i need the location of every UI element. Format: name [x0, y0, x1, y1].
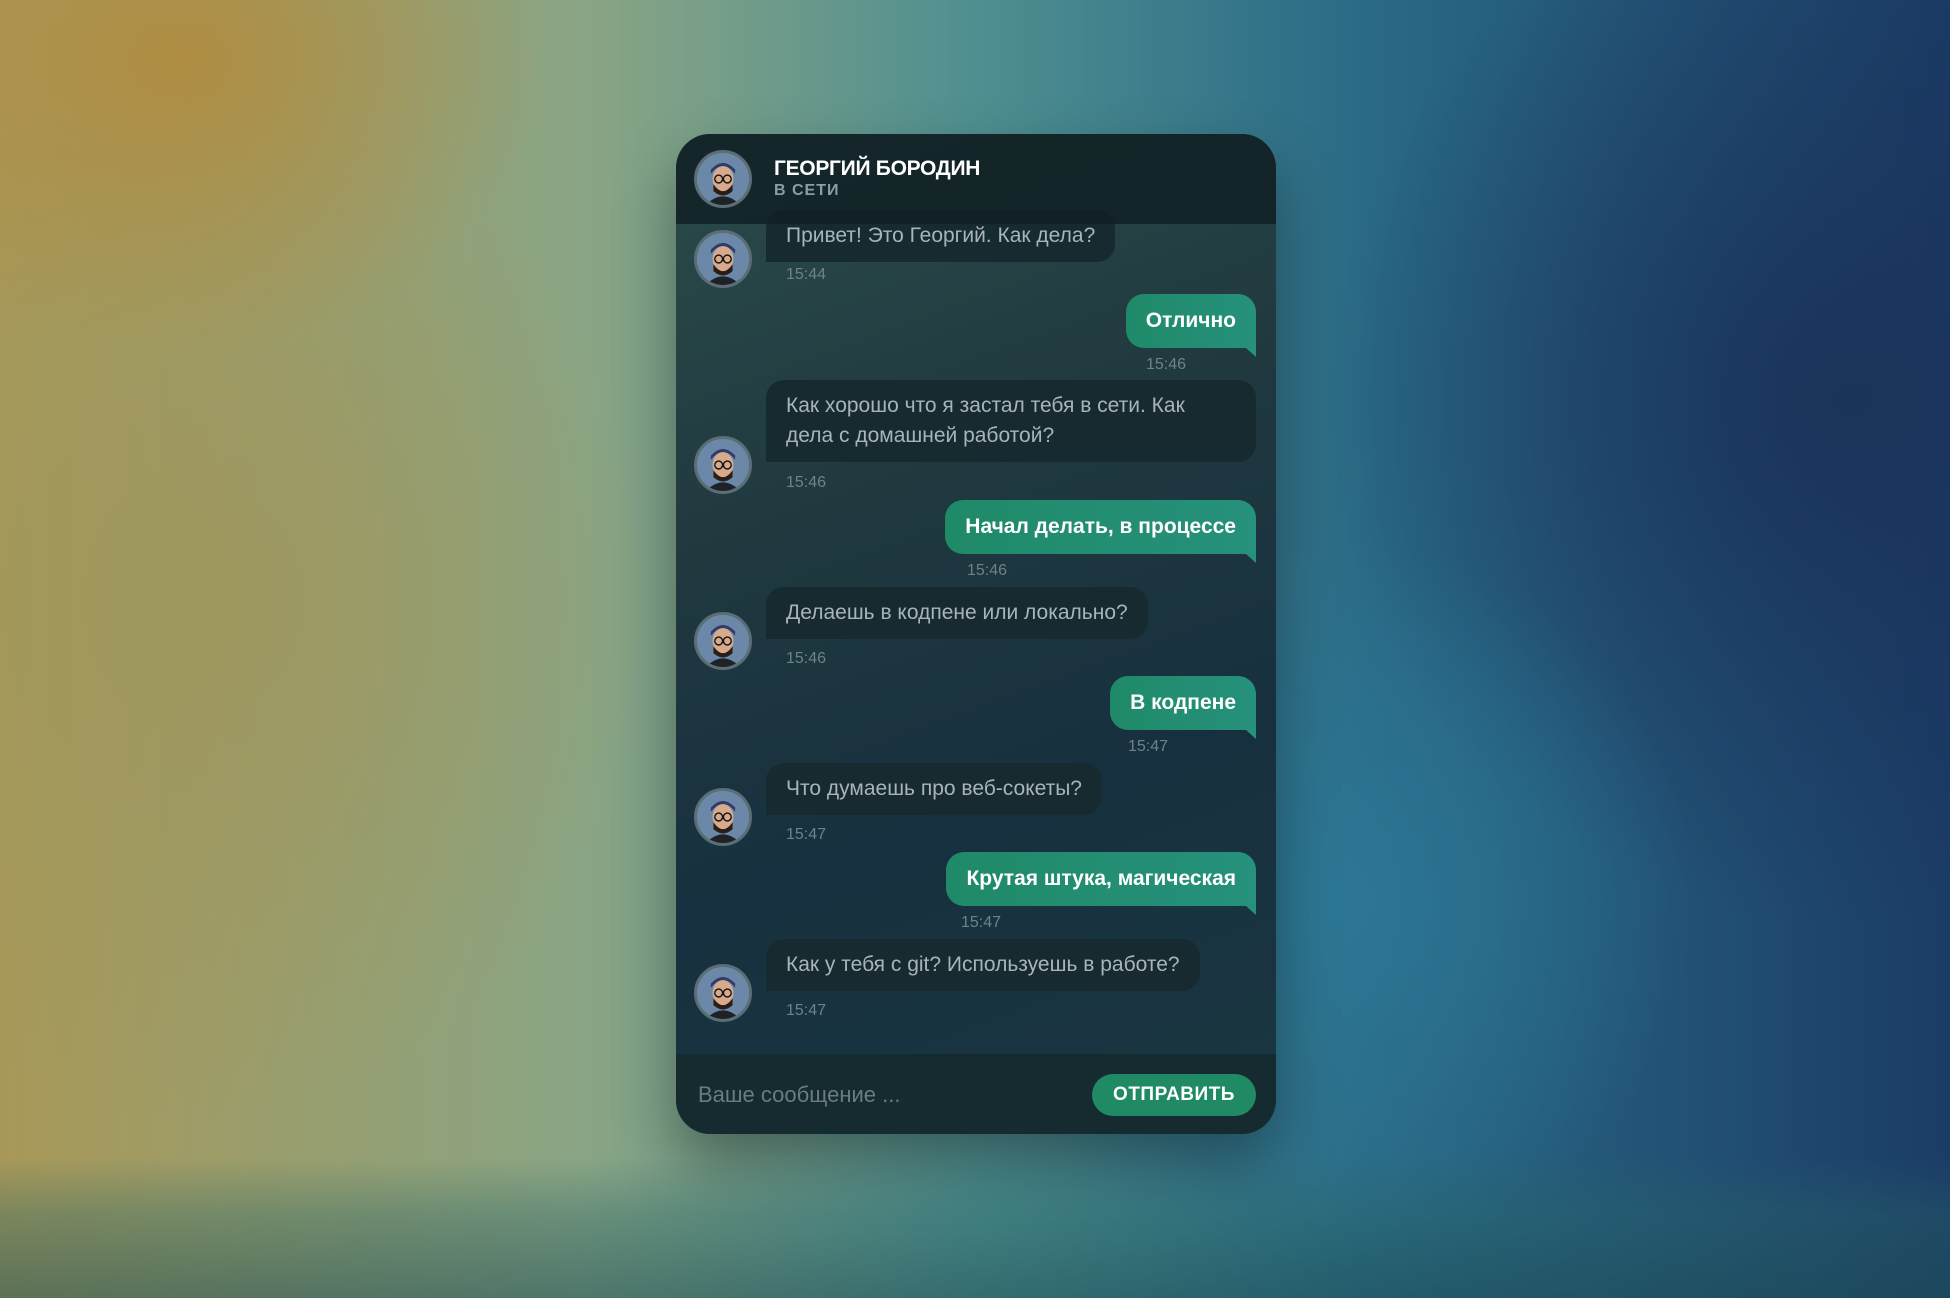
message-composer: ОТПРАВИТЬ — [676, 1054, 1276, 1134]
contact-status: В СЕТИ — [774, 182, 840, 199]
message-input[interactable] — [696, 1072, 1080, 1118]
user-avatar-icon — [694, 436, 752, 494]
incoming-message-bubble: Как у тебя с git? Используешь в работе? — [766, 939, 1200, 991]
message-time: 15:47 — [786, 1002, 827, 1019]
user-avatar-icon — [694, 612, 752, 670]
message-list[interactable]: Привет! Это Георгий. Как дела? 15:44 Отл… — [676, 134, 1276, 1054]
outgoing-message-bubble: Отлично — [1125, 294, 1257, 357]
user-avatar-icon — [694, 788, 752, 846]
incoming-message-bubble: Что думаешь про веб-сокеты? — [766, 763, 1102, 815]
chat-header: ГЕОРГИЙ БОРОДИН В СЕТИ — [676, 134, 1276, 224]
contact-info: ГЕОРГИЙ БОРОДИН В СЕТИ — [774, 157, 980, 201]
user-avatar-icon — [694, 230, 752, 288]
message-time: 15:47 — [1128, 738, 1169, 755]
message-time: 15:46 — [967, 562, 1008, 579]
contact-avatar-icon[interactable] — [694, 150, 752, 208]
message-time: 15:46 — [786, 650, 827, 667]
message-time: 15:47 — [961, 914, 1002, 931]
contact-name: ГЕОРГИЙ БОРОДИН — [774, 157, 981, 180]
message-time: 15:46 — [786, 474, 827, 491]
user-avatar-icon — [694, 964, 752, 1022]
outgoing-message-bubble: Крутая штука, магическая — [946, 852, 1256, 915]
message-time: 15:44 — [786, 266, 827, 283]
message-time: 15:46 — [1146, 356, 1187, 373]
background-floor — [0, 1158, 1950, 1298]
incoming-message-bubble: Как хорошо что я застал тебя в сети. Как… — [766, 380, 1256, 462]
chat-window: Привет! Это Георгий. Как дела? 15:44 Отл… — [676, 134, 1276, 1134]
send-button[interactable]: ОТПРАВИТЬ — [1092, 1074, 1256, 1116]
outgoing-message-bubble: Начал делать, в процессе — [945, 500, 1256, 563]
incoming-message-bubble: Делаешь в кодпене или локально? — [766, 587, 1148, 639]
message-time: 15:47 — [786, 826, 827, 843]
outgoing-message-bubble: В кодпене — [1110, 676, 1256, 739]
